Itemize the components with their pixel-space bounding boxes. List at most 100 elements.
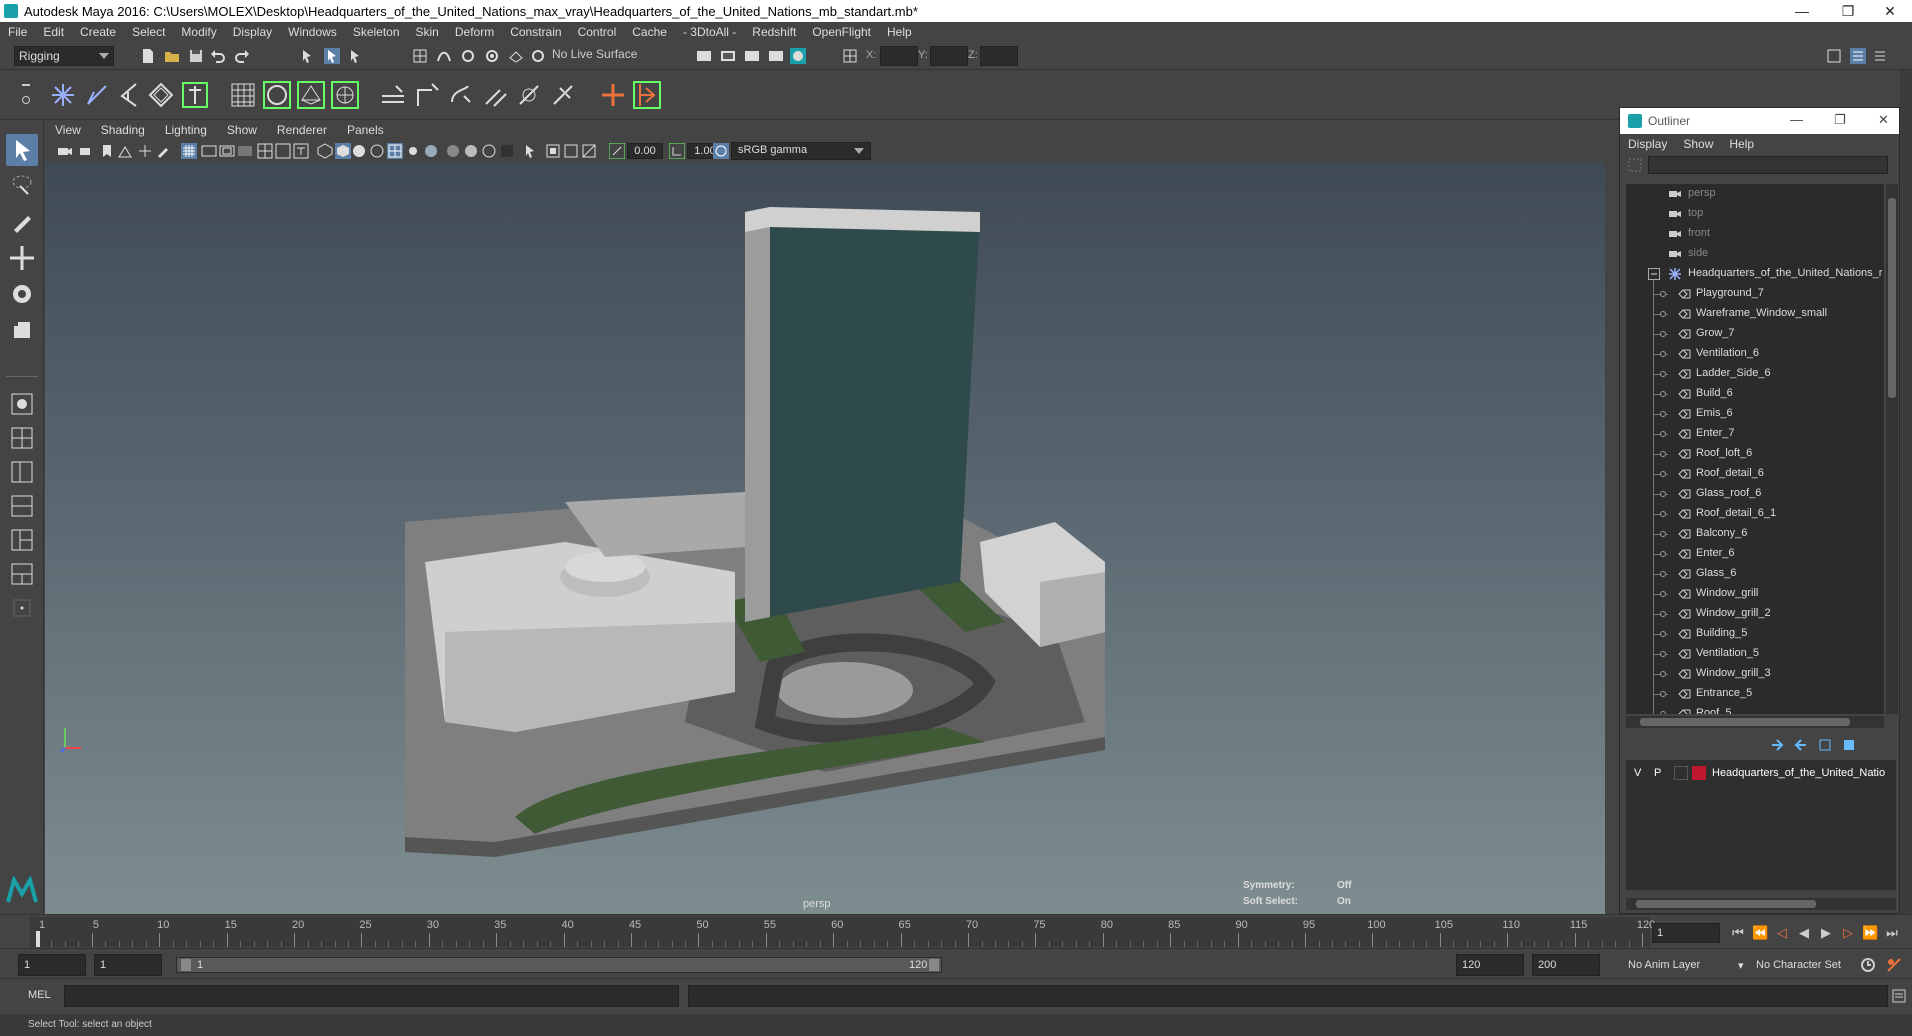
go-to-end-button[interactable]: ⏭ bbox=[1884, 925, 1900, 941]
range-end-handle[interactable] bbox=[929, 959, 939, 971]
play-forwards-button[interactable]: ▶ bbox=[1818, 925, 1834, 941]
vp-menu-show[interactable]: Show bbox=[217, 123, 267, 137]
render-view-icon[interactable] bbox=[768, 48, 784, 64]
animation-start-field[interactable]: 1 bbox=[18, 954, 86, 976]
new-layer-selected-icon[interactable] bbox=[1842, 738, 1856, 752]
cluster-icon[interactable] bbox=[330, 80, 360, 110]
wireframe-icon[interactable] bbox=[317, 143, 333, 159]
select-hierarchy-icon[interactable] bbox=[300, 48, 316, 64]
grid-toggle-icon[interactable] bbox=[181, 143, 197, 159]
z-field[interactable] bbox=[980, 46, 1018, 66]
outliner-persp-layout[interactable] bbox=[6, 558, 38, 590]
safe-action-icon[interactable] bbox=[275, 143, 291, 159]
hypershade-layout[interactable] bbox=[6, 524, 38, 556]
single-perspective-layout[interactable] bbox=[6, 388, 38, 420]
outliner-row-child[interactable]: Balcony_6 bbox=[1626, 524, 1884, 544]
smooth-bind-icon[interactable] bbox=[262, 80, 292, 110]
render-settings-icon[interactable] bbox=[696, 48, 712, 64]
outliner-row-child[interactable]: Roof_detail_6_1 bbox=[1626, 504, 1884, 524]
outliner-row-child[interactable]: Glass_roof_6 bbox=[1626, 484, 1884, 504]
wire-deformer-icon[interactable] bbox=[412, 80, 442, 110]
camera-attributes-icon[interactable] bbox=[57, 143, 73, 159]
chevron-down-icon[interactable]: ▾ bbox=[1738, 959, 1744, 972]
new-empty-layer-icon[interactable] bbox=[1818, 738, 1832, 752]
save-scene-icon[interactable] bbox=[188, 48, 204, 64]
select-object-icon[interactable] bbox=[324, 48, 340, 64]
wireframe-on-shaded-icon[interactable] bbox=[369, 143, 385, 159]
render-frame-icon[interactable] bbox=[720, 48, 736, 64]
animation-end-field[interactable]: 200 bbox=[1532, 954, 1600, 976]
ipr-render-icon[interactable] bbox=[744, 48, 760, 64]
ik-handle-icon[interactable] bbox=[82, 80, 112, 110]
move-layer-up-icon[interactable] bbox=[1770, 738, 1784, 752]
outliner-restore-button[interactable]: ❐ bbox=[1834, 112, 1846, 128]
open-scene-icon[interactable] bbox=[164, 48, 180, 64]
view-transform-select[interactable]: sRGB gamma bbox=[731, 142, 871, 160]
xray-joints-icon[interactable] bbox=[563, 143, 579, 159]
range-bar[interactable]: 1 120 bbox=[176, 957, 942, 973]
outliner-row-child[interactable]: Window_grill_2 bbox=[1626, 604, 1884, 624]
menu-control[interactable]: Control bbox=[570, 25, 625, 39]
menu-redshift[interactable]: Redshift bbox=[744, 25, 804, 39]
outliner-search-input[interactable] bbox=[1648, 156, 1888, 174]
xray-icon[interactable] bbox=[545, 143, 561, 159]
menu-cache[interactable]: Cache bbox=[624, 25, 675, 39]
side-tab-strip[interactable] bbox=[1900, 70, 1912, 916]
menu-openflight[interactable]: OpenFlight bbox=[804, 25, 879, 39]
nonlinear-deformer-icon[interactable] bbox=[514, 80, 544, 110]
snap-grid-icon[interactable] bbox=[412, 48, 428, 64]
vp-menu-renderer[interactable]: Renderer bbox=[267, 123, 337, 137]
outliner-row-child[interactable]: Wareframe_Window_small bbox=[1626, 304, 1884, 324]
auto-key-icon[interactable] bbox=[1860, 957, 1876, 973]
menu-set-selector[interactable]: Rigging bbox=[14, 46, 114, 66]
menu-select[interactable]: Select bbox=[124, 25, 173, 39]
xray-components-icon[interactable] bbox=[581, 143, 597, 159]
play-backwards-button[interactable]: ◀ bbox=[1796, 925, 1812, 941]
outliner-row-child[interactable]: Roof_5 bbox=[1626, 704, 1884, 714]
vp-menu-view[interactable]: View bbox=[45, 123, 91, 137]
field-chart-icon[interactable] bbox=[257, 143, 273, 159]
character-set-select[interactable]: No Character Set bbox=[1756, 959, 1841, 971]
outliner-row-child[interactable]: Enter_6 bbox=[1626, 544, 1884, 564]
motion-blur-icon[interactable] bbox=[463, 143, 479, 159]
menu-display[interactable]: Display bbox=[225, 25, 280, 39]
script-language-toggle[interactable]: MEL bbox=[28, 989, 51, 1001]
persp-outliner-layout[interactable] bbox=[6, 456, 38, 488]
attribute-editor-toggle-icon[interactable] bbox=[1850, 48, 1866, 64]
step-back-frame-button[interactable]: ◁ bbox=[1774, 925, 1790, 941]
menu-3dtoall[interactable]: - 3DtoAll - bbox=[675, 25, 744, 39]
outliner-row-child[interactable]: Glass_6 bbox=[1626, 564, 1884, 584]
layer-color-swatch[interactable] bbox=[1692, 766, 1706, 780]
snap-surface-icon[interactable] bbox=[508, 48, 524, 64]
layer-type-toggle[interactable] bbox=[1674, 766, 1688, 780]
four-view-layout[interactable] bbox=[6, 422, 38, 454]
resolution-gate-icon[interactable] bbox=[219, 143, 235, 159]
outliner-row-child[interactable]: Grow_7 bbox=[1626, 324, 1884, 344]
sculpt-deformer-icon[interactable] bbox=[480, 80, 510, 110]
outliner-row-child[interactable]: Roof_loft_6 bbox=[1626, 444, 1884, 464]
menu-create[interactable]: Create bbox=[72, 25, 124, 39]
multisample-aa-icon[interactable] bbox=[481, 143, 497, 159]
script-editor-icon[interactable] bbox=[1892, 989, 1906, 1003]
outliner-row-child[interactable]: Window_grill bbox=[1626, 584, 1884, 604]
anim-layer-select[interactable]: No Anim Layer bbox=[1628, 959, 1700, 971]
scroll-thumb[interactable] bbox=[1640, 718, 1850, 726]
move-layer-down-icon[interactable] bbox=[1794, 738, 1808, 752]
shelf-tab-handle[interactable] bbox=[20, 78, 32, 112]
snap-point-icon[interactable] bbox=[460, 48, 476, 64]
image-plane-icon[interactable] bbox=[117, 143, 133, 159]
minimize-button[interactable]: — bbox=[1780, 0, 1824, 22]
animation-preferences-icon[interactable] bbox=[1886, 957, 1902, 973]
menu-windows[interactable]: Windows bbox=[280, 25, 345, 39]
parent-constraint-icon[interactable] bbox=[598, 80, 628, 110]
menu-modify[interactable]: Modify bbox=[173, 25, 224, 39]
modeling-toolkit-icon[interactable] bbox=[1826, 48, 1842, 64]
layer-horizontal-scrollbar[interactable] bbox=[1626, 898, 1896, 910]
step-forward-frame-button[interactable]: ▷ bbox=[1840, 925, 1856, 941]
step-back-key-button[interactable]: ⏪ bbox=[1752, 925, 1768, 941]
menu-help[interactable]: Help bbox=[879, 25, 920, 39]
camera-bookmark-icon[interactable] bbox=[79, 143, 95, 159]
ik-spline-icon[interactable] bbox=[114, 80, 144, 110]
filter-icon[interactable] bbox=[1628, 158, 1642, 172]
outliner-menu-show[interactable]: Show bbox=[1675, 137, 1721, 151]
